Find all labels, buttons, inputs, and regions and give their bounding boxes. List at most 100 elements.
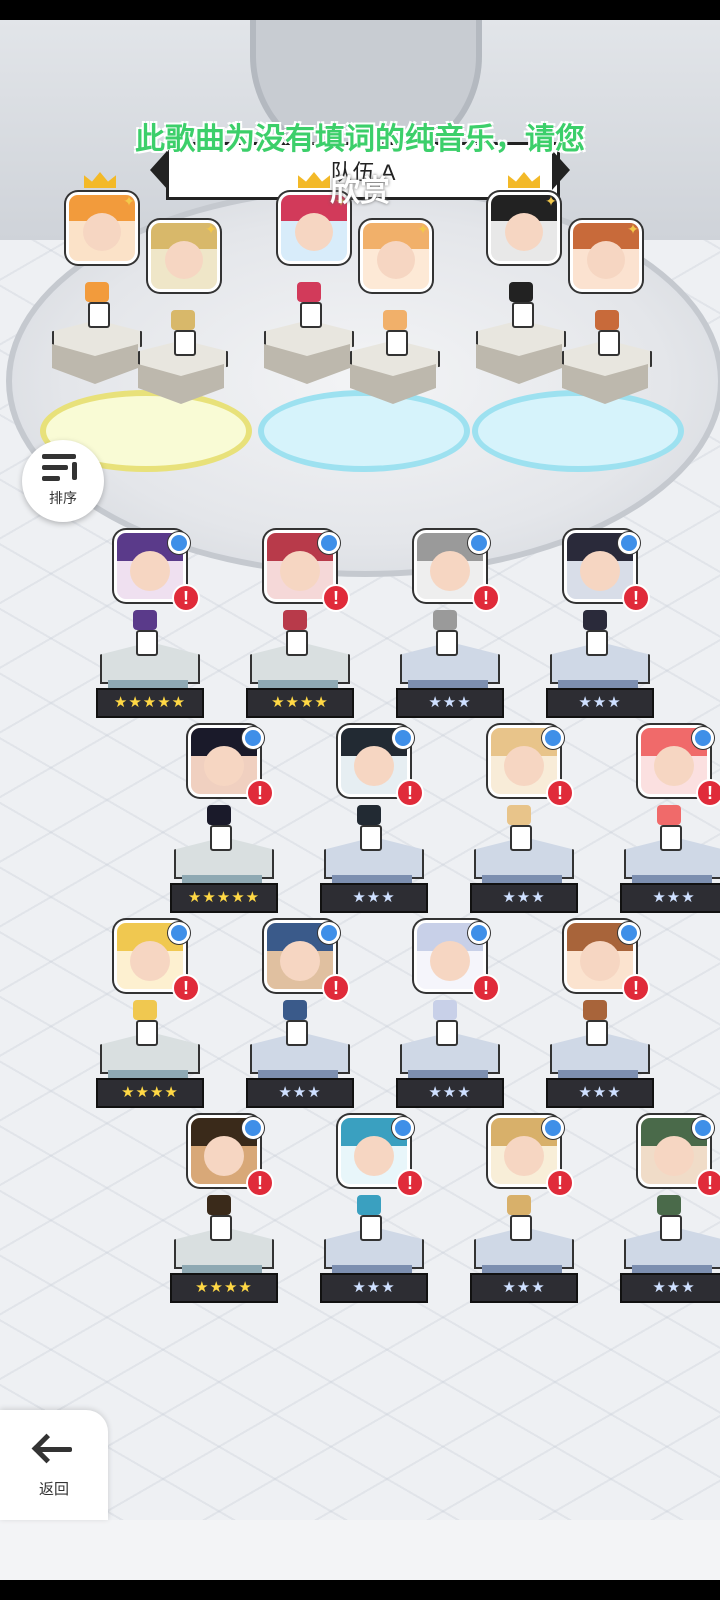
alert-icon: ! [622, 974, 650, 1002]
team-member-sprite [292, 282, 326, 328]
game-screen: 此歌曲为没有填词的纯音乐，请您 队伍 A 欣赏 ✦ ✦ ✦ ✦ ✦ ✦ 排序 !… [0, 20, 720, 1580]
info-dot-icon [468, 922, 490, 944]
star-rating: ★★★ [320, 1273, 428, 1303]
sparkle-icon: ✦ [205, 221, 217, 237]
hero-card[interactable]: ! ★★★★★ [96, 530, 216, 720]
star-rating: ★★★★★ [170, 883, 278, 913]
hero-card[interactable]: ! ★★★ [320, 1115, 440, 1305]
alert-icon: ! [696, 779, 720, 807]
team-member-sprite [80, 282, 114, 328]
hero-sprite [128, 1000, 162, 1046]
star-rating: ★★★ [620, 883, 720, 913]
info-dot-icon [318, 922, 340, 944]
info-dot-icon [618, 532, 640, 554]
alert-icon: ! [246, 1169, 274, 1197]
team-member-portrait[interactable]: ✦ [570, 220, 642, 292]
hero-sprite [278, 610, 312, 656]
info-dot-icon [392, 1117, 414, 1139]
alert-icon: ! [172, 974, 200, 1002]
hero-card[interactable]: ! ★★★★ [96, 920, 216, 1110]
info-dot-icon [692, 727, 714, 749]
alert-icon: ! [546, 1169, 574, 1197]
team-member-portrait[interactable]: ✦ [360, 220, 432, 292]
alert-icon: ! [396, 1169, 424, 1197]
back-button[interactable]: 返回 [0, 1410, 108, 1520]
hero-card[interactable]: ! ★★★★★ [170, 725, 290, 915]
hero-sprite [352, 1195, 386, 1241]
alert-icon: ! [472, 974, 500, 1002]
info-dot-icon [242, 1117, 264, 1139]
team-pedestal [52, 320, 142, 386]
team-member-portrait[interactable]: ✦ [148, 220, 220, 292]
star-rating: ★★★ [396, 1078, 504, 1108]
hero-sprite [128, 610, 162, 656]
alert-icon: ! [246, 779, 274, 807]
hero-card[interactable]: ! ★★★ [320, 725, 440, 915]
hero-card[interactable]: ! ★★★ [470, 725, 590, 915]
info-dot-icon [692, 1117, 714, 1139]
team-member-sprite [590, 310, 624, 356]
star-rating: ★★★★★ [96, 688, 204, 718]
lyric-subtitle-line2: 欣赏 [330, 175, 390, 208]
hero-sprite [578, 1000, 612, 1046]
star-rating: ★★★ [620, 1273, 720, 1303]
sparkle-icon: ✦ [627, 221, 639, 237]
info-dot-icon [168, 532, 190, 554]
star-rating: ★★★ [546, 1078, 654, 1108]
hero-sprite [502, 805, 536, 851]
info-dot-icon [542, 1117, 564, 1139]
hero-sprite [578, 610, 612, 656]
star-rating: ★★★ [470, 1273, 578, 1303]
team-member-sprite [378, 310, 412, 356]
star-rating: ★★★ [246, 1078, 354, 1108]
bottom-bar [0, 1520, 720, 1580]
hero-sprite [352, 805, 386, 851]
hero-sprite [652, 805, 686, 851]
alert-icon: ! [322, 974, 350, 1002]
sort-icon [42, 454, 84, 484]
alert-icon: ! [322, 584, 350, 612]
alert-icon: ! [696, 1169, 720, 1197]
back-button-label: 返回 [38, 1481, 69, 1498]
hero-sprite [502, 1195, 536, 1241]
hero-card[interactable]: ! ★★★ [620, 1115, 720, 1305]
alert-icon: ! [172, 584, 200, 612]
hero-sprite [202, 805, 236, 851]
star-rating: ★★★★ [246, 688, 354, 718]
hero-card[interactable]: ! ★★★ [396, 530, 516, 720]
team-member-sprite [504, 282, 538, 328]
hero-card[interactable]: ! ★★★★ [170, 1115, 290, 1305]
info-dot-icon [542, 727, 564, 749]
hero-card[interactable]: ! ★★★ [396, 920, 516, 1110]
sort-button-label: 排序 [49, 490, 77, 506]
star-rating: ★★★ [546, 688, 654, 718]
team-pedestal [476, 320, 566, 386]
info-dot-icon [168, 922, 190, 944]
hero-card[interactable]: ! ★★★ [246, 920, 366, 1110]
sparkle-icon: ✦ [417, 221, 429, 237]
hero-sprite [428, 610, 462, 656]
hero-sprite [278, 1000, 312, 1046]
star-rating: ★★★ [470, 883, 578, 913]
info-dot-icon [242, 727, 264, 749]
alert-icon: ! [472, 584, 500, 612]
team-pedestal [264, 320, 354, 386]
info-dot-icon [318, 532, 340, 554]
alert-icon: ! [396, 779, 424, 807]
team-member-sprite [166, 310, 200, 356]
hero-sprite [202, 1195, 236, 1241]
hero-card[interactable]: ! ★★★★ [246, 530, 366, 720]
sort-button[interactable]: 排序 [22, 440, 104, 522]
alert-icon: ! [546, 779, 574, 807]
info-dot-icon [392, 727, 414, 749]
star-rating: ★★★ [396, 688, 504, 718]
hero-card[interactable]: ! ★★★ [470, 1115, 590, 1305]
lyric-subtitle: 此歌曲为没有填词的纯音乐，请您 [135, 123, 585, 156]
star-rating: ★★★★ [170, 1273, 278, 1303]
hero-card[interactable]: ! ★★★ [546, 920, 666, 1110]
hero-card[interactable]: ! ★★★ [546, 530, 666, 720]
star-rating: ★★★★ [96, 1078, 204, 1108]
hero-card[interactable]: ! ★★★ [620, 725, 720, 915]
back-arrow-icon [31, 1433, 74, 1464]
alert-icon: ! [622, 584, 650, 612]
